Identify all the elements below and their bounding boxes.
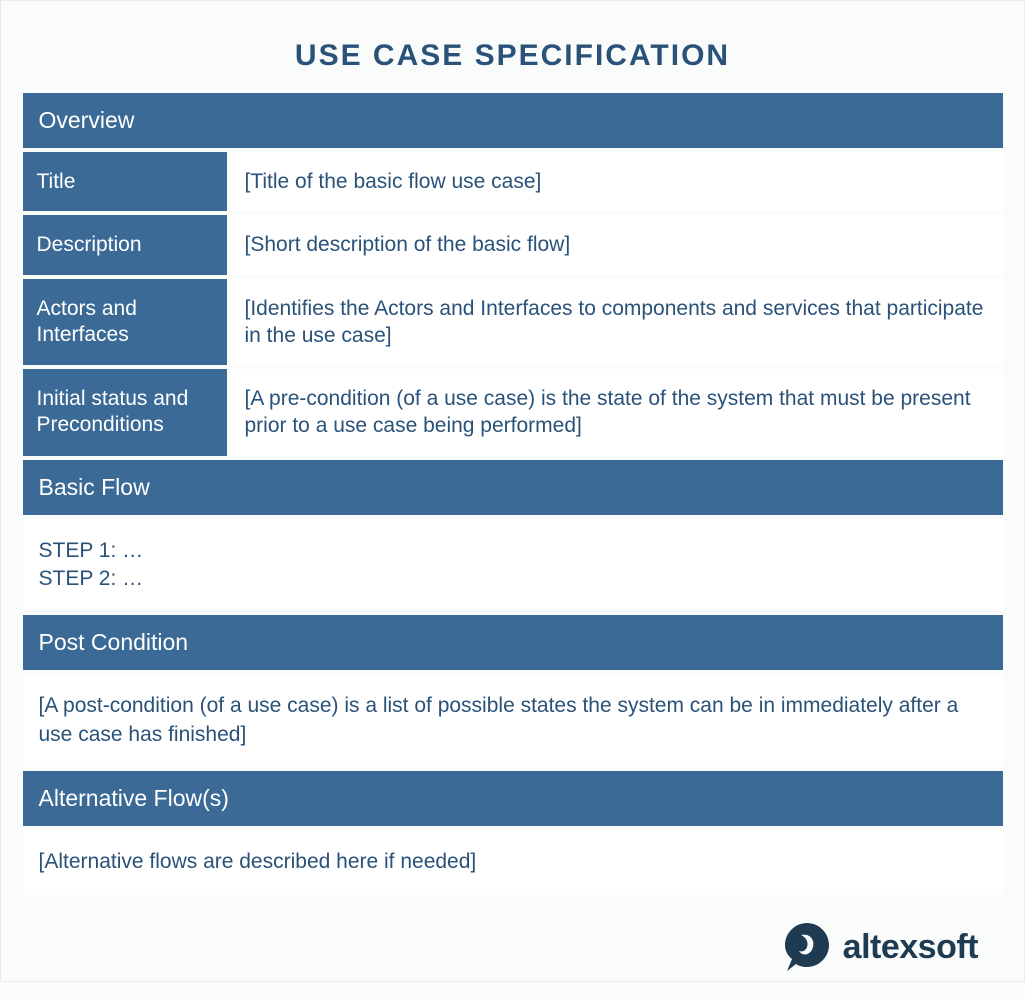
spec-table: Overview Title [Title of the basic flow … (23, 93, 1003, 899)
section-header-overview: Overview (23, 93, 1003, 152)
row-label-preconditions: Initial status and Preconditions (23, 369, 231, 456)
table-row: Description [Short description of the ba… (23, 215, 1003, 278)
table-row: Title [Title of the basic flow use case] (23, 152, 1003, 215)
section-header-alternative-flows: Alternative Flow(s) (23, 771, 1003, 830)
altexsoft-logo-icon (779, 919, 835, 975)
brand-logo-text: altexsoft (843, 928, 978, 967)
row-value-description: [Short description of the basic flow] (231, 215, 1003, 274)
alternative-flows-content: [Alternative flows are described here if… (23, 830, 1003, 898)
post-condition-content: [A post-condition (of a use case) is a l… (23, 674, 1003, 771)
row-value-preconditions: [A pre-condition (of a use case) is the … (231, 369, 1003, 456)
row-value-actors: [Identifies the Actors and Interfaces to… (231, 279, 1003, 366)
row-label-title: Title (23, 152, 231, 211)
row-value-title: [Title of the basic flow use case] (231, 152, 1003, 211)
document-title: USE CASE SPECIFICATION (11, 39, 1014, 73)
table-row: Actors and Interfaces [Identifies the Ac… (23, 279, 1003, 370)
brand-logo: altexsoft (779, 919, 978, 975)
row-label-actors: Actors and Interfaces (23, 279, 231, 366)
section-header-post-condition: Post Condition (23, 615, 1003, 674)
section-header-basic-flow: Basic Flow (23, 460, 1003, 519)
row-label-description: Description (23, 215, 231, 274)
table-row: Initial status and Preconditions [A pre-… (23, 369, 1003, 460)
basic-flow-content: STEP 1: … STEP 2: … (23, 519, 1003, 616)
